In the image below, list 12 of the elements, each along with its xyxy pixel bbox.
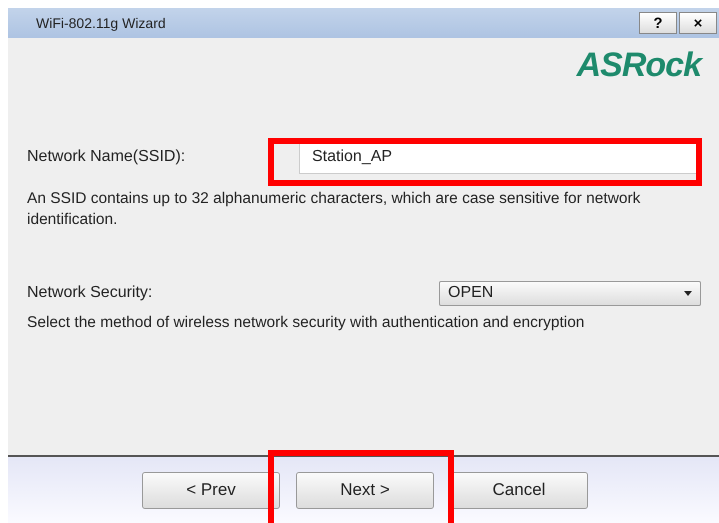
caret-icon xyxy=(684,290,692,296)
security-hint: Select the method of wireless network security with authentication and encryption xyxy=(27,313,586,333)
next-button[interactable]: Next > xyxy=(296,472,434,508)
ssid-label: Network Name(SSID): xyxy=(27,148,186,166)
security-dropdown[interactable]: OPEN xyxy=(439,280,701,306)
ssid-hint: An SSID contains up to 32 alphanumeric characters, which are case sensitive for network identification. xyxy=(27,189,642,230)
help-button[interactable]: ? xyxy=(639,12,677,34)
security-label: Network Security: xyxy=(27,284,152,302)
window-title: WiFi-802.11g Wizard xyxy=(36,15,166,31)
close-button[interactable]: × xyxy=(679,12,717,34)
brand-logo: ASRock xyxy=(576,46,701,85)
prev-button[interactable]: < Prev xyxy=(142,472,280,508)
